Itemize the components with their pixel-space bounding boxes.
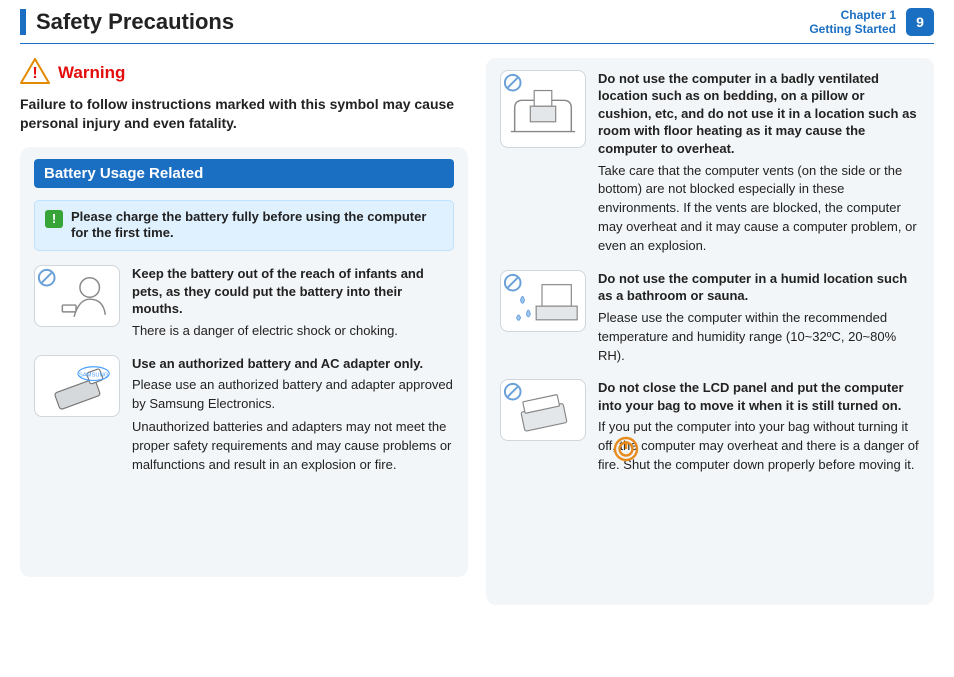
section-title: Battery Usage Related (34, 159, 454, 188)
chapter-text: Chapter 1 Getting Started (809, 8, 896, 37)
thumb-humidity-icon (500, 270, 586, 332)
left-panel: Battery Usage Related ! Please charge th… (20, 147, 468, 577)
item-para: Unauthorized batteries and adapters may … (132, 418, 454, 475)
chapter-line1: Chapter 1 (809, 8, 896, 22)
item-para: Please use an authorized battery and ada… (132, 376, 454, 414)
item-body: Do not use the computer in a humid locat… (598, 270, 920, 366)
item-para: Take care that the computer vents (on th… (598, 162, 920, 256)
accent-bar (20, 9, 26, 35)
chapter-line2: Getting Started (809, 22, 896, 36)
right-column: Do not use the computer in a badly venti… (486, 58, 934, 605)
right-panel: Do not use the computer in a badly venti… (486, 58, 934, 605)
item-para: There is a danger of electric shock or c… (132, 322, 454, 341)
item-para: Please use the computer within the recom… (598, 309, 920, 366)
content: ! Warning Failure to follow instructions… (0, 44, 954, 605)
thumb-infant-icon (34, 265, 120, 327)
list-item: Do not close the LCD panel and put the c… (500, 379, 920, 475)
item-body: Use an authorized battery and AC adapter… (132, 355, 454, 475)
page-title-text: Safety Precautions (36, 9, 234, 35)
page-header: Safety Precautions Chapter 1 Getting Sta… (20, 0, 934, 44)
thumb-power-off-icon (500, 379, 586, 441)
item-para: If you put the computer into your bag wi… (598, 418, 920, 475)
item-heading: Do not use the computer in a badly venti… (598, 70, 920, 158)
list-item: Keep the battery out of the reach of inf… (34, 265, 454, 340)
list-item: Do not use the computer in a humid locat… (500, 270, 920, 366)
left-column: ! Warning Failure to follow instructions… (20, 58, 468, 605)
warning-label: Warning (58, 63, 125, 83)
warning-row: ! Warning (20, 58, 468, 89)
warning-text: Failure to follow instructions marked wi… (20, 95, 468, 133)
item-heading: Do not close the LCD panel and put the c… (598, 379, 920, 414)
item-body: Do not close the LCD panel and put the c… (598, 379, 920, 475)
item-body: Do not use the computer in a badly venti… (598, 70, 920, 256)
page-title: Safety Precautions (20, 9, 234, 35)
note-text: Please charge the battery fully before u… (71, 209, 443, 243)
list-item: SAMSUNG Use an authorized battery and AC… (34, 355, 454, 475)
chapter-block: Chapter 1 Getting Started 9 (809, 8, 934, 37)
note-box: ! Please charge the battery fully before… (34, 200, 454, 252)
page-number-text: 9 (916, 14, 924, 30)
thumb-ventilation-icon (500, 70, 586, 148)
thumb-battery-icon: SAMSUNG (34, 355, 120, 417)
svg-text:!: ! (32, 65, 37, 82)
page-number: 9 (906, 8, 934, 36)
item-body: Keep the battery out of the reach of inf… (132, 265, 454, 340)
note-icon: ! (45, 210, 63, 228)
item-heading: Do not use the computer in a humid locat… (598, 270, 920, 305)
list-item: Do not use the computer in a badly venti… (500, 70, 920, 256)
item-heading: Keep the battery out of the reach of inf… (132, 265, 454, 318)
item-heading: Use an authorized battery and AC adapter… (132, 355, 454, 373)
svg-text:SAMSUNG: SAMSUNG (79, 372, 109, 378)
warning-triangle-icon: ! (20, 58, 50, 89)
